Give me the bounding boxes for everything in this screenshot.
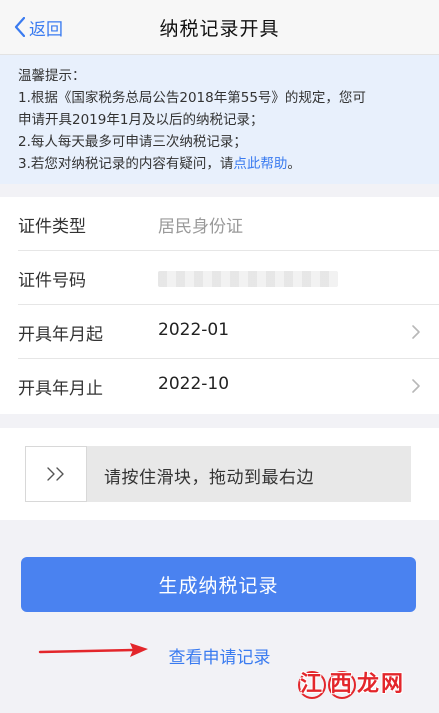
notice-panel: 温馨提示： 1.根据《国家税务总局公告2018年第55号》的规定，您可 申请开具…	[0, 55, 439, 184]
id-type-row: 证件类型 居民身份证	[18, 197, 439, 251]
notice-line-4-prefix: 3.若您对纳税记录的内容有疑问，请	[18, 156, 234, 172]
id-number-label: 证件号码	[18, 271, 86, 291]
captcha-slider-panel: 请按住滑块，拖动到最右边	[0, 428, 439, 520]
nav-bar: 返回 纳税记录开具	[0, 0, 439, 55]
generate-record-button[interactable]: 生成纳税记录	[21, 557, 416, 612]
id-type-label: 证件类型	[18, 217, 86, 237]
start-month-label: 开具年月起	[18, 325, 103, 345]
start-month-row[interactable]: 开具年月起 2022-01	[18, 305, 439, 359]
page-title: 纳税记录开具	[159, 18, 280, 40]
chevron-right-icon	[412, 379, 420, 393]
view-history-link[interactable]: 查看申请记录	[0, 643, 439, 668]
id-number-row: 证件号码	[18, 251, 439, 305]
end-month-value[interactable]: 2022-10	[158, 374, 229, 394]
end-month-label: 开具年月止	[18, 379, 103, 399]
help-link[interactable]: 点此帮助	[233, 156, 287, 172]
slider-track: 请按住滑块，拖动到最右边	[25, 446, 411, 502]
watermark-logo: 江西龙网	[297, 671, 405, 699]
notice-line-4-suffix: 。	[287, 156, 301, 172]
notice-line-1: 1.根据《国家税务总局公告2018年第55号》的规定，您可	[18, 90, 366, 106]
start-month-value[interactable]: 2022-01	[158, 320, 229, 340]
slider-instruction: 请按住滑块，拖动到最右边	[104, 468, 314, 488]
slider-handle[interactable]	[25, 446, 87, 502]
notice-line-2: 申请开具2019年1月及以后的纳税记录；	[18, 112, 264, 128]
record-form: 证件类型 居民身份证 证件号码 开具年月起 2022-01 开具年月止 2022…	[0, 197, 439, 414]
double-chevron-right-icon	[47, 467, 64, 481]
notice-heading: 温馨提示：	[18, 68, 86, 84]
notice-line-3: 2.每人每天最多可申请三次纳税记录；	[18, 134, 247, 150]
id-number-redacted	[158, 271, 338, 287]
end-month-row[interactable]: 开具年月止 2022-10	[18, 359, 439, 413]
chevron-right-icon	[412, 325, 420, 339]
id-type-value: 居民身份证	[158, 217, 243, 237]
notice-line-4: 3.若您对纳税记录的内容有疑问，请点此帮助。	[18, 153, 423, 175]
